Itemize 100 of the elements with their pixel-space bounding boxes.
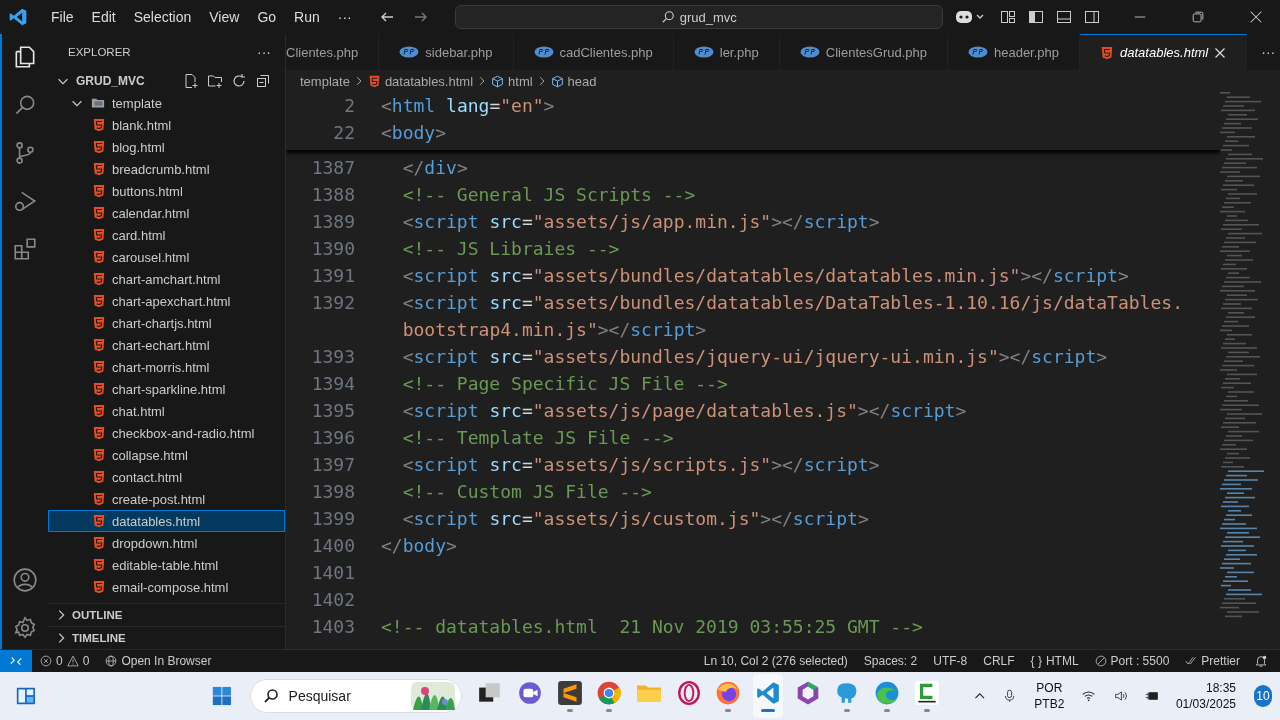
new-folder-icon[interactable] xyxy=(207,73,223,89)
tree-item[interactable]: chat.html xyxy=(48,400,285,422)
warning-icon xyxy=(66,655,79,667)
tree-item[interactable]: editable-table.html xyxy=(48,554,285,576)
microphone-icon[interactable] xyxy=(1003,688,1017,704)
line-number: 1392 xyxy=(310,292,355,313)
editor-tab[interactable]: datatables.html xyxy=(1080,34,1248,70)
search-input[interactable]: Pesquisar xyxy=(286,687,403,705)
remote-button[interactable] xyxy=(0,650,32,672)
account-icon[interactable] xyxy=(12,567,38,593)
problems-button[interactable]: 0 0 xyxy=(32,654,98,668)
breadcrumb-item[interactable]: html xyxy=(491,73,533,89)
tree-folder[interactable]: template xyxy=(48,92,285,114)
close-icon[interactable] xyxy=(1249,10,1263,24)
tree-item[interactable]: create-post.html xyxy=(48,488,285,510)
menu-item[interactable]: Go xyxy=(248,9,286,25)
editor-tab[interactable]: cadClientes.php xyxy=(513,34,674,70)
status-item[interactable]: CRLF xyxy=(975,654,1023,668)
code-line: bootstrap4.min.js"></script> xyxy=(401,319,707,340)
line-number: 1400 xyxy=(310,535,355,556)
menu-item[interactable]: File xyxy=(42,9,83,25)
html-file-icon xyxy=(92,250,106,264)
code-line: <script src="assets/js/page/datatables.js"></script> xyxy=(401,400,967,421)
menu-item[interactable]: Edit xyxy=(82,9,125,25)
tree-item[interactable]: chart-apexchart.html xyxy=(48,290,285,312)
tree-item[interactable]: buttons.html xyxy=(48,180,285,202)
notification-bell-icon[interactable] xyxy=(1254,654,1268,668)
line-number: 1398 xyxy=(310,481,355,502)
taskbar-search-field[interactable]: Pesquisar xyxy=(249,679,462,713)
editor-tab[interactable]: ler.php xyxy=(673,34,780,70)
refresh-icon[interactable] xyxy=(231,73,247,89)
tree-item[interactable]: blog.html xyxy=(48,136,285,158)
html-file-icon xyxy=(92,536,106,550)
app-icon xyxy=(675,680,702,706)
cube-icon xyxy=(550,74,564,88)
breadcrumb-item[interactable]: template xyxy=(300,73,350,89)
status-item[interactable]: { } HTML xyxy=(1022,654,1087,668)
new-file-icon[interactable] xyxy=(183,73,199,89)
language-indicator[interactable]: POR PTB2 xyxy=(1034,680,1065,712)
tree-item[interactable]: checkbox-and-radio.html xyxy=(48,422,285,444)
tree-item[interactable]: contact.html xyxy=(48,466,285,488)
tree-item[interactable]: chart-amchart.html xyxy=(48,268,285,290)
more-actions-button[interactable]: ··· xyxy=(257,44,271,60)
copilot-icon[interactable] xyxy=(954,9,985,25)
open-in-browser-button[interactable]: Open In Browser xyxy=(97,654,220,668)
tree-item[interactable]: card.html xyxy=(48,224,285,246)
tree-item[interactable]: dropdown.html xyxy=(48,532,285,554)
wifi-icon[interactable] xyxy=(1082,688,1096,704)
tree-folder[interactable]: GRUD_MVC xyxy=(48,70,285,92)
tree-item[interactable]: chart-sparkline.html xyxy=(48,378,285,400)
menu-item[interactable]: Selection xyxy=(124,9,201,25)
sidebar-toggle-icon[interactable] xyxy=(1028,9,1044,25)
status-item[interactable]: Port : 5500 xyxy=(1086,654,1178,668)
vscode-logo-icon xyxy=(8,7,28,27)
tree-item[interactable]: carousel.html xyxy=(48,246,285,268)
status-item[interactable]: Prettier xyxy=(1177,654,1248,668)
tree-item[interactable]: blank.html xyxy=(48,114,285,136)
close-icon[interactable] xyxy=(1214,46,1227,59)
tree-item[interactable]: chart-morris.html xyxy=(48,356,285,378)
line-number: 1399 xyxy=(310,508,355,529)
tree-item[interactable]: breadcrumb.html xyxy=(48,158,285,180)
tree-item[interactable]: collapse.html xyxy=(48,444,285,466)
panel-section-header[interactable]: OUTLINE xyxy=(48,603,285,626)
clock[interactable]: 18:35 01/03/2025 xyxy=(1175,680,1236,712)
php-file-icon xyxy=(693,46,714,58)
menu-item[interactable]: ··· xyxy=(328,9,361,25)
breadcrumb-item[interactable]: datatables.html xyxy=(367,73,474,89)
status-item[interactable]: Ln 10, Col 2 (276 selected) xyxy=(695,654,856,668)
search-icon xyxy=(262,688,279,704)
tree-item[interactable]: datatables.html xyxy=(48,510,285,532)
panel-toggle-icon[interactable] xyxy=(1056,9,1072,25)
status-item[interactable]: Spaces: 2 xyxy=(855,654,926,668)
code-line: <!-- Page Specific JS File --> xyxy=(401,373,728,394)
status-item[interactable]: UTF-8 xyxy=(925,654,976,668)
double-check-icon xyxy=(1185,655,1198,667)
tree-item[interactable]: calendar.html xyxy=(48,202,285,224)
extensions-icon[interactable] xyxy=(12,236,38,262)
more-actions-button[interactable]: ··· xyxy=(1261,44,1276,60)
tree-item[interactable]: email-compose.html xyxy=(48,576,285,598)
editor-tab[interactable]: Clientes.php xyxy=(286,34,380,70)
tree-item[interactable]: chart-chartjs.html xyxy=(48,312,285,334)
menu-item[interactable]: View xyxy=(200,9,249,25)
tree-item[interactable]: chart-echart.html xyxy=(48,334,285,356)
breadcrumb-item[interactable]: head xyxy=(550,73,597,89)
notification-count-badge[interactable]: 10 xyxy=(1254,685,1273,707)
folder-icon xyxy=(90,96,106,110)
code-line: </div> xyxy=(401,157,468,178)
command-search-field[interactable]: grud_mvc xyxy=(454,5,943,29)
line-number: 1397 xyxy=(310,454,355,475)
collapse-all-icon[interactable] xyxy=(255,73,271,89)
menu-item[interactable]: Run xyxy=(285,9,329,25)
volume-icon[interactable] xyxy=(1113,688,1127,704)
windows-start-icon[interactable] xyxy=(211,684,232,708)
editor-tab[interactable]: ClientesGrud.php xyxy=(779,34,948,70)
layout-icon[interactable] xyxy=(1000,9,1016,25)
restore-icon[interactable] xyxy=(1191,10,1205,24)
editor-tab[interactable]: sidebar.php xyxy=(379,34,514,70)
secondary-sidebar-icon[interactable] xyxy=(1084,9,1100,25)
code-line: <!-- datatables.html 21 Nov 2019 03:55:25 GMT --> xyxy=(381,616,923,637)
settings-icon[interactable] xyxy=(12,615,38,641)
